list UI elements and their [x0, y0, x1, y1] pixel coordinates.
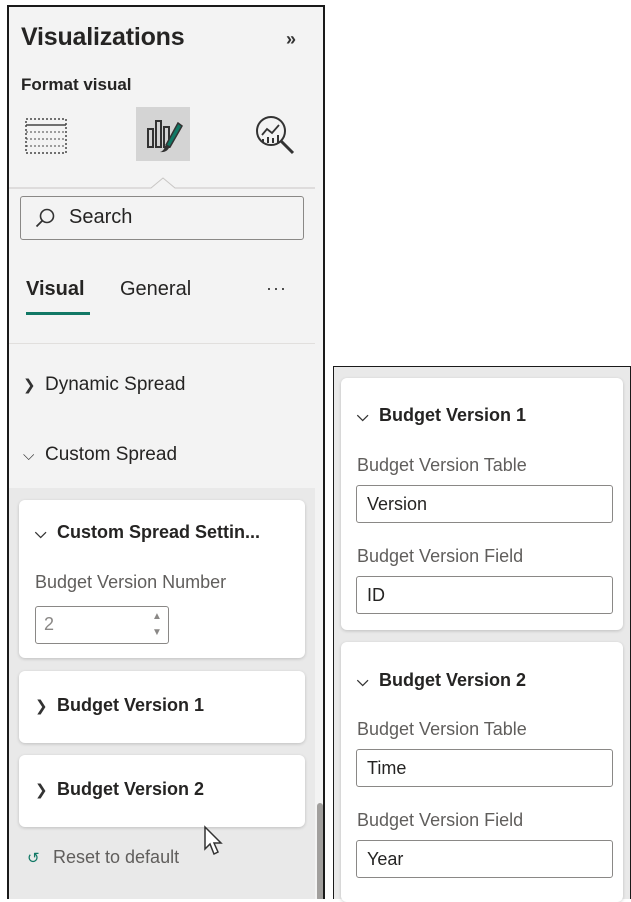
field-value: Year: [367, 849, 404, 869]
field-value: Version: [367, 494, 428, 514]
card-title: Budget Version 2: [379, 670, 527, 690]
stepper-value: 2: [44, 614, 55, 634]
card-budget-version-2-expanded: ⌵ Budget Version 2 Budget Version Table T…: [341, 642, 623, 902]
budget-version-number-label: Budget Version Number: [35, 572, 227, 592]
pane-header: Visualizations » Format visual: [9, 7, 317, 177]
budget-version-field-field[interactable]: ID: [356, 576, 613, 614]
card-budget-version-2[interactable]: ❯ Budget Version 2: [19, 755, 305, 827]
custom-spread-content: ⌵ Custom Spread Settin... Budget Version …: [9, 488, 315, 899]
card-header-custom-spread-settings[interactable]: ⌵ Custom Spread Settin...: [35, 522, 260, 543]
analytics-icon[interactable]: [253, 113, 297, 157]
budget-version-number-stepper[interactable]: 2 ▲ ▼: [35, 606, 169, 644]
budget-version-field-label: Budget Version Field: [357, 546, 524, 566]
budget-version-table-label: Budget Version Table: [357, 719, 527, 739]
field-value: Time: [367, 758, 407, 778]
field-value: ID: [367, 585, 385, 605]
visualizations-pane: Visualizations » Format visual Search Vi…: [7, 5, 325, 899]
more-options-icon[interactable]: ···: [266, 278, 287, 299]
card-title: Budget Version 1: [57, 695, 205, 715]
search-input[interactable]: Search: [20, 196, 304, 240]
card-header: ❯ Budget Version 1: [35, 695, 204, 716]
active-tab-indicator: [26, 312, 90, 315]
format-visual-label: Format visual: [21, 75, 132, 94]
section-custom-spread[interactable]: ⌵ Custom Spread: [23, 444, 177, 466]
collapse-pane-icon[interactable]: »: [286, 29, 296, 50]
reset-to-default-link[interactable]: ↺ Reset to default: [27, 847, 179, 868]
search-placeholder: Search: [69, 206, 133, 228]
expanded-budget-cards-panel: ⌵ Budget Version 1 Budget Version Table V…: [333, 366, 631, 902]
chevron-right-icon: ❯: [23, 377, 36, 394]
chevron-up-icon[interactable]: ▲: [152, 611, 162, 622]
pane-title: Visualizations: [21, 23, 185, 51]
chevron-right-icon: ❯: [35, 698, 48, 715]
undo-icon: ↺: [27, 850, 40, 867]
section-dynamic-spread[interactable]: ❯ Dynamic Spread: [23, 374, 185, 396]
mouse-cursor-icon: [204, 825, 223, 856]
card-custom-spread-settings: ⌵ Custom Spread Settin... Budget Version …: [19, 500, 305, 658]
search-icon: [35, 208, 55, 228]
section-label: Custom Spread: [45, 444, 178, 465]
card-header[interactable]: ⌵ Budget Version 2: [357, 670, 526, 691]
card-title: Budget Version 2: [57, 779, 205, 799]
selected-tab-pointer: [9, 177, 317, 189]
card-header[interactable]: ⌵ Budget Version 1: [357, 405, 526, 426]
reset-label: Reset to default: [53, 847, 180, 867]
card-budget-version-1[interactable]: ❯ Budget Version 1: [19, 671, 305, 743]
budget-version-table-field[interactable]: Version: [356, 485, 613, 523]
card-title: Custom Spread Settin...: [57, 522, 261, 542]
budget-version-table-field[interactable]: Time: [356, 749, 613, 787]
chevron-down-icon: ⌵: [35, 525, 47, 542]
budget-version-field-label: Budget Version Field: [357, 810, 524, 830]
card-title: Budget Version 1: [379, 405, 527, 425]
card-header: ❯ Budget Version 2: [35, 779, 204, 800]
build-visual-icon[interactable]: [25, 117, 67, 155]
divider: [9, 343, 315, 344]
chevron-down-icon: ⌵: [357, 408, 369, 425]
budget-version-table-label: Budget Version Table: [357, 455, 527, 475]
chevron-down-icon: ⌵: [357, 673, 369, 690]
chevron-down-icon[interactable]: ▼: [152, 627, 162, 638]
chevron-right-icon: ❯: [35, 782, 48, 799]
card-budget-version-1-expanded: ⌵ Budget Version 1 Budget Version Table V…: [341, 378, 623, 630]
format-visual-icon[interactable]: [136, 107, 190, 161]
tab-visual[interactable]: Visual: [26, 278, 85, 301]
chevron-down-icon: ⌵: [23, 447, 35, 464]
scrollbar[interactable]: [315, 7, 323, 899]
scrollbar-thumb[interactable]: [317, 803, 323, 899]
budget-version-field-field[interactable]: Year: [356, 840, 613, 878]
tab-general[interactable]: General: [120, 278, 191, 301]
section-label: Dynamic Spread: [45, 374, 186, 395]
